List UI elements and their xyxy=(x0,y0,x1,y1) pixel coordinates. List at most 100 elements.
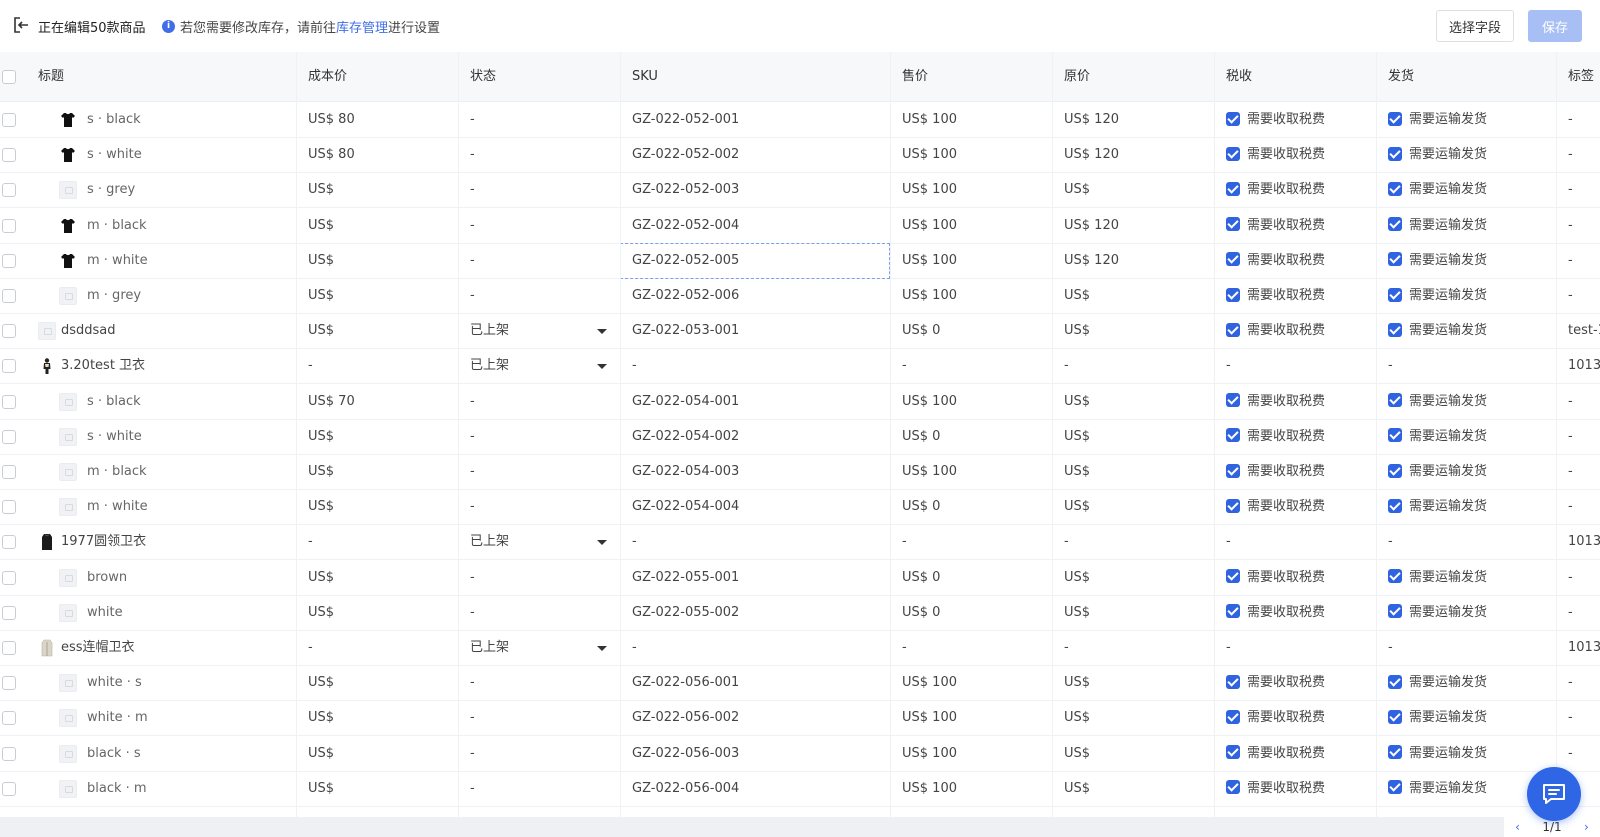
cost-price-cell[interactable]: US$ xyxy=(308,278,334,314)
tax-checkbox[interactable] xyxy=(1226,111,1240,126)
chevron-down-icon[interactable] xyxy=(597,364,607,370)
product-title[interactable]: s · white xyxy=(87,137,142,173)
product-title[interactable]: ess连帽卫衣 xyxy=(61,630,135,666)
shipping-checkbox[interactable] xyxy=(1388,217,1402,232)
tax-cell[interactable]: 需要收取税费 xyxy=(1226,137,1325,173)
price-cell[interactable]: US$ 100 xyxy=(902,243,957,279)
status-cell[interactable]: 已上架 xyxy=(470,524,509,560)
cost-price-cell[interactable]: US$ xyxy=(308,313,334,349)
price-cell[interactable]: US$ 0 xyxy=(902,313,940,349)
row-checkbox[interactable] xyxy=(2,711,16,726)
chevron-down-icon[interactable] xyxy=(597,329,607,335)
tags-cell[interactable]: - xyxy=(1568,595,1573,631)
tags-cell[interactable]: - xyxy=(1568,208,1573,244)
original-price-cell[interactable]: US$ xyxy=(1064,700,1090,736)
tax-checkbox[interactable] xyxy=(1226,745,1240,760)
product-title[interactable]: brown xyxy=(87,560,127,596)
sku-cell[interactable]: GZ-022-055-002 xyxy=(632,595,739,631)
product-title[interactable]: m · black xyxy=(87,454,147,490)
tax-cell[interactable]: 需要收取税费 xyxy=(1226,419,1325,455)
product-title[interactable]: black · s xyxy=(87,736,141,772)
price-cell[interactable]: US$ 100 xyxy=(902,384,957,420)
shipping-checkbox[interactable] xyxy=(1388,674,1402,689)
original-price-cell[interactable]: US$ xyxy=(1064,771,1090,807)
tags-cell[interactable]: 1013 xyxy=(1568,630,1600,666)
tax-checkbox[interactable] xyxy=(1226,322,1240,337)
price-cell[interactable]: US$ 100 xyxy=(902,665,957,701)
shipping-cell[interactable]: 需要运输发货 xyxy=(1388,243,1487,279)
price-cell[interactable]: US$ 100 xyxy=(902,771,957,807)
cost-price-cell[interactable]: US$ xyxy=(308,665,334,701)
original-price-cell[interactable]: US$ xyxy=(1064,313,1090,349)
tax-checkbox[interactable] xyxy=(1226,463,1240,478)
tax-checkbox[interactable] xyxy=(1226,498,1240,513)
sku-cell[interactable]: GZ-022-054-002 xyxy=(632,419,739,455)
shipping-cell[interactable]: 需要运输发货 xyxy=(1388,665,1487,701)
original-price-cell[interactable]: - xyxy=(1064,348,1069,384)
product-title[interactable]: m · grey xyxy=(87,278,141,314)
cost-price-cell[interactable]: US$ xyxy=(308,700,334,736)
shipping-cell[interactable]: 需要运输发货 xyxy=(1388,454,1487,490)
tags-cell[interactable]: - xyxy=(1568,419,1573,455)
cost-price-cell[interactable]: US$ xyxy=(308,419,334,455)
price-cell[interactable]: - xyxy=(902,348,907,384)
row-checkbox[interactable] xyxy=(2,218,16,233)
tax-cell[interactable]: 需要收取税费 xyxy=(1226,102,1325,138)
shipping-checkbox[interactable] xyxy=(1388,463,1402,478)
row-checkbox[interactable] xyxy=(2,148,16,163)
tags-cell[interactable]: - xyxy=(1568,489,1573,525)
price-cell[interactable]: US$ 100 xyxy=(902,454,957,490)
original-price-cell[interactable]: US$ 120 xyxy=(1064,102,1119,138)
tax-checkbox[interactable] xyxy=(1226,217,1240,232)
price-cell[interactable]: US$ 100 xyxy=(902,172,957,208)
sku-cell[interactable]: GZ-022-056-004 xyxy=(632,771,739,807)
price-cell[interactable]: US$ 0 xyxy=(902,595,940,631)
tags-cell[interactable]: - xyxy=(1568,384,1573,420)
sku-cell[interactable]: GZ-022-054-003 xyxy=(632,454,739,490)
tags-cell[interactable]: - xyxy=(1568,243,1573,279)
cost-price-cell[interactable]: US$ xyxy=(308,489,334,525)
price-cell[interactable]: US$ 100 xyxy=(902,208,957,244)
shipping-cell[interactable]: 需要运输发货 xyxy=(1388,736,1487,772)
tax-cell[interactable]: 需要收取税费 xyxy=(1226,489,1325,525)
sku-cell[interactable]: GZ-022-053-001 xyxy=(632,313,739,349)
product-title[interactable]: s · black xyxy=(87,102,141,138)
sku-cell[interactable]: GZ-022-052-005 xyxy=(632,243,739,279)
shipping-checkbox[interactable] xyxy=(1388,287,1402,302)
product-title[interactable]: m · white xyxy=(87,489,148,525)
tax-checkbox[interactable] xyxy=(1226,780,1240,795)
original-price-cell[interactable]: US$ xyxy=(1064,595,1090,631)
shipping-cell[interactable]: 需要运输发货 xyxy=(1388,700,1487,736)
tax-cell[interactable]: 需要收取税费 xyxy=(1226,278,1325,314)
original-price-cell[interactable]: - xyxy=(1064,524,1069,560)
product-title[interactable]: s · white xyxy=(87,419,142,455)
row-checkbox[interactable] xyxy=(2,676,16,691)
shipping-checkbox[interactable] xyxy=(1388,709,1402,724)
original-price-cell[interactable]: US$ xyxy=(1064,736,1090,772)
original-price-cell[interactable]: US$ 120 xyxy=(1064,208,1119,244)
cost-price-cell[interactable]: US$ 80 xyxy=(308,102,355,138)
sku-cell[interactable]: GZ-022-056-001 xyxy=(632,665,739,701)
row-checkbox[interactable] xyxy=(2,324,16,339)
product-title[interactable]: black · m xyxy=(87,771,147,807)
tax-checkbox[interactable] xyxy=(1226,393,1240,408)
row-checkbox[interactable] xyxy=(2,289,16,303)
shipping-cell[interactable]: 需要运输发货 xyxy=(1388,313,1487,349)
original-price-cell[interactable]: US$ xyxy=(1064,560,1090,596)
tax-cell[interactable]: 需要收取税费 xyxy=(1226,736,1325,772)
price-cell[interactable]: - xyxy=(902,524,907,560)
price-cell[interactable]: US$ 0 xyxy=(902,419,940,455)
tags-cell[interactable]: - xyxy=(1568,665,1573,701)
sku-cell[interactable]: GZ-022-056-003 xyxy=(632,736,739,772)
tax-cell[interactable]: 需要收取税费 xyxy=(1226,665,1325,701)
tags-cell[interactable]: - xyxy=(1568,278,1573,314)
shipping-cell[interactable]: 需要运输发货 xyxy=(1388,278,1487,314)
price-cell[interactable]: US$ 100 xyxy=(902,102,957,138)
tags-cell[interactable]: - xyxy=(1568,700,1573,736)
cost-price-cell[interactable]: US$ xyxy=(308,560,334,596)
shipping-checkbox[interactable] xyxy=(1388,111,1402,126)
status-cell[interactable]: 已上架 xyxy=(470,313,509,349)
row-checkbox[interactable] xyxy=(2,781,16,796)
select-all-checkbox[interactable] xyxy=(2,70,16,84)
chat-support-button[interactable] xyxy=(1527,767,1581,821)
